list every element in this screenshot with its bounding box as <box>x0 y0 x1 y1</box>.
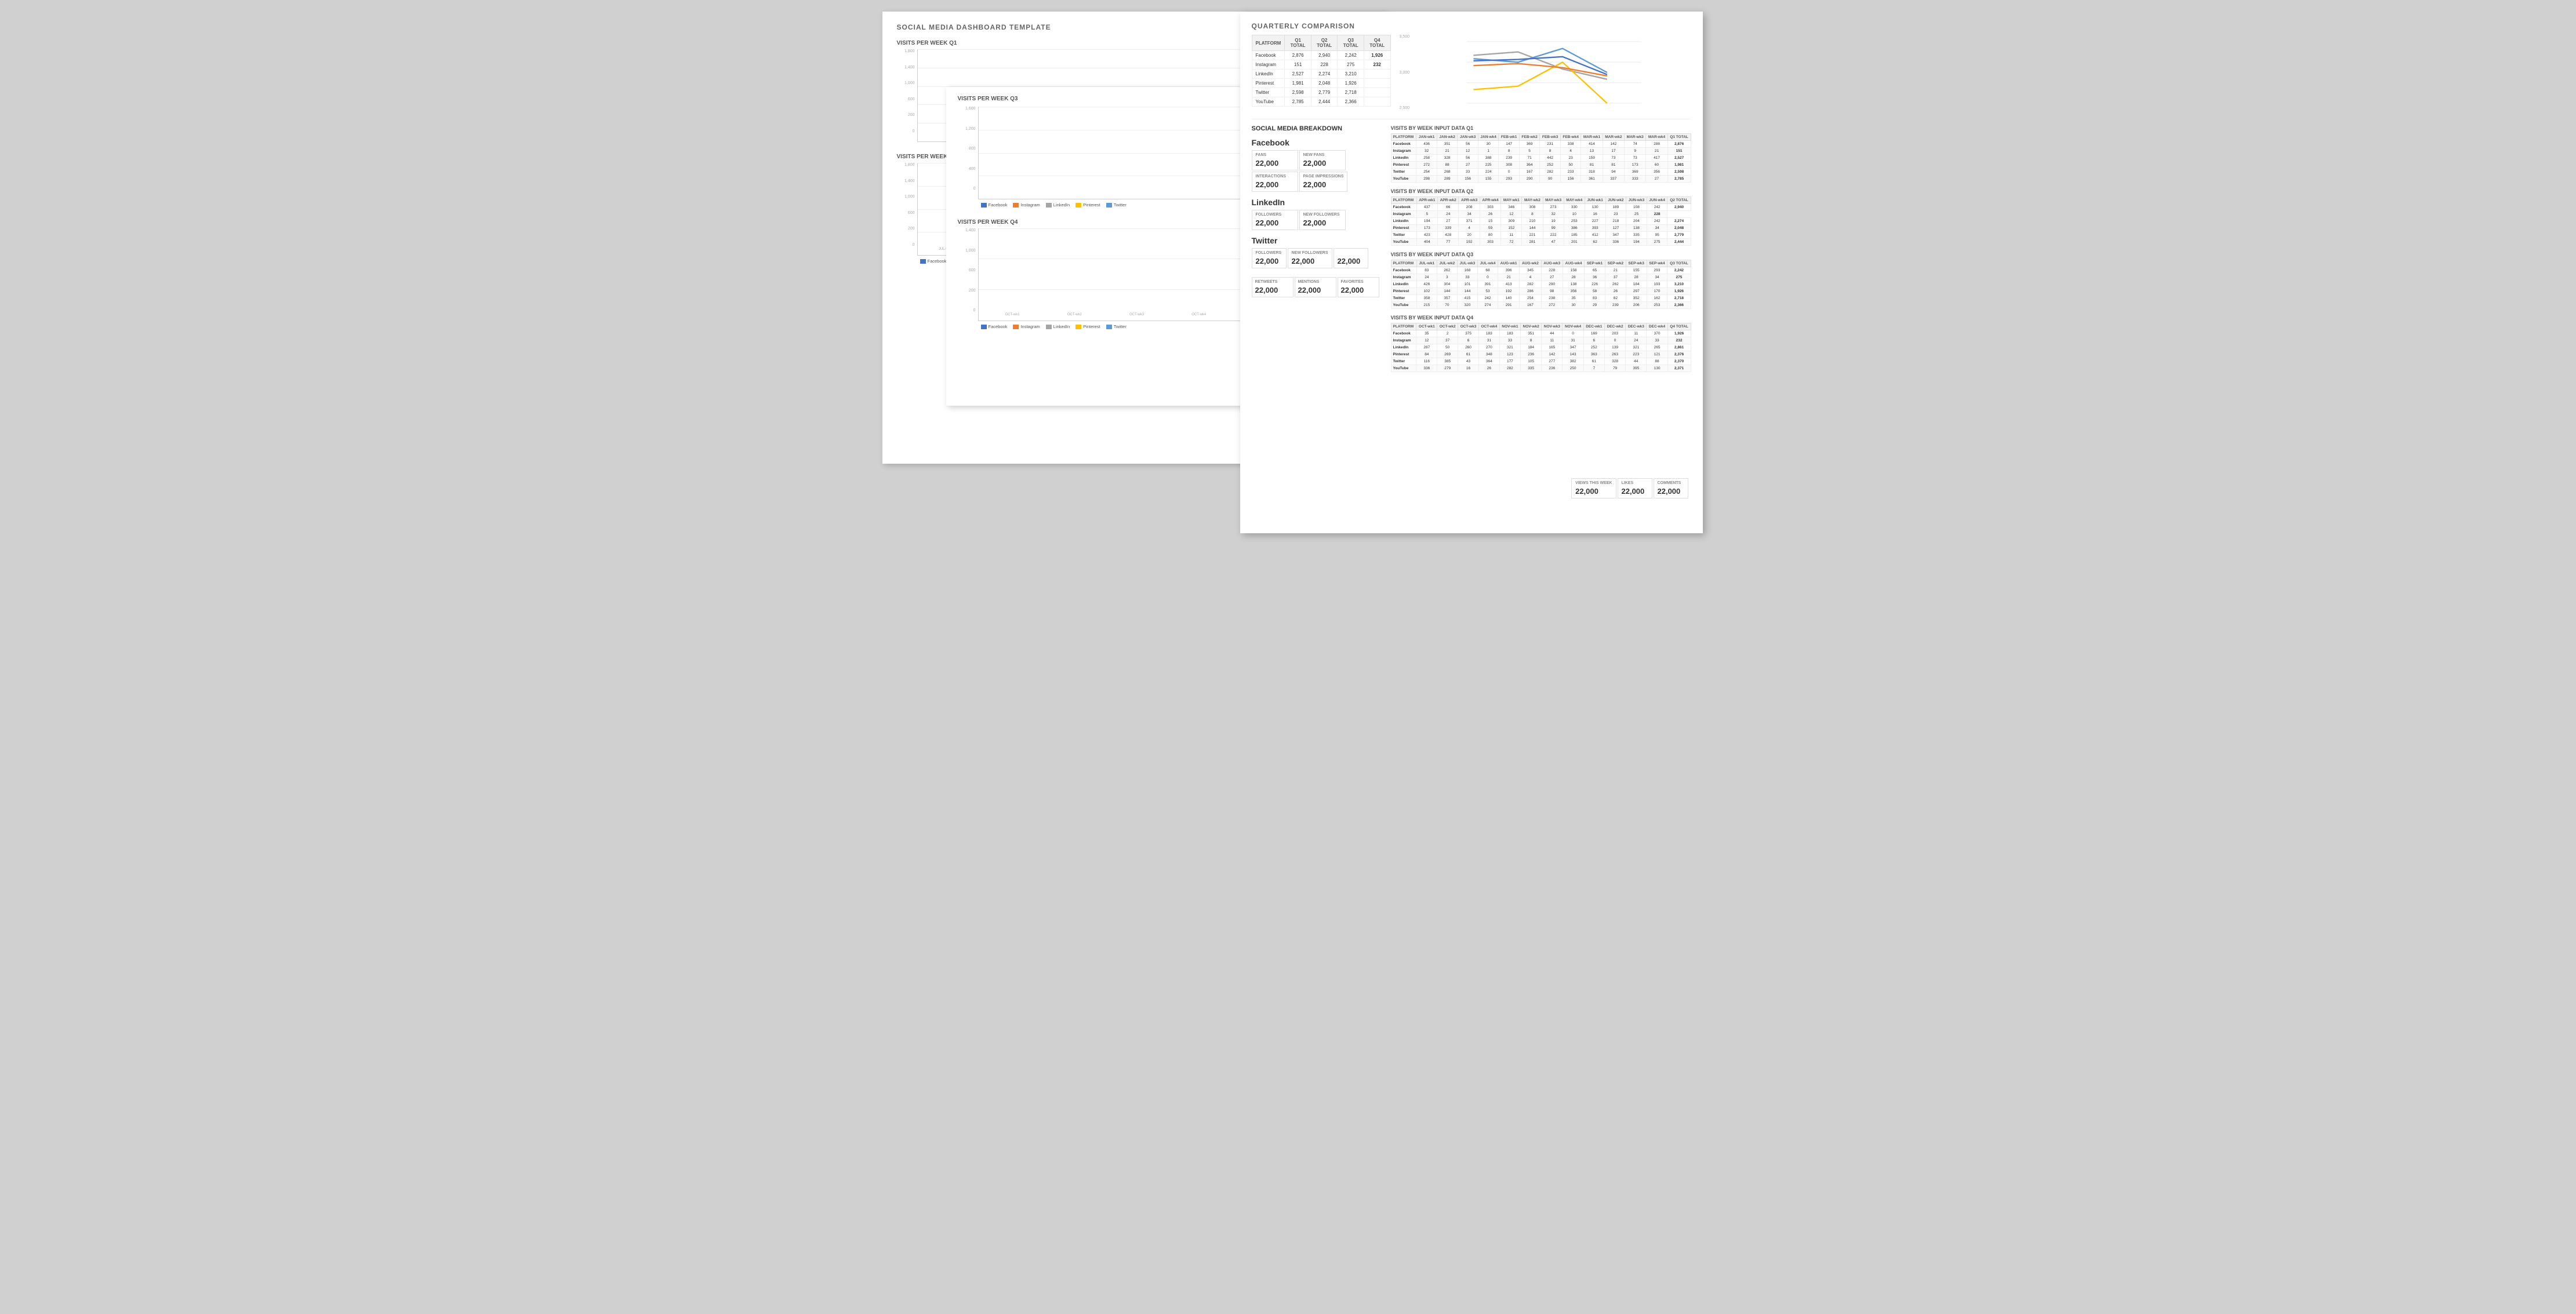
input-q4-table: PLATFORMOCT-wk1OCT-wk2OCT-wk3OCT-wk4NOV-… <box>1391 323 1691 372</box>
input-data-section: VISITS BY WEEK INPUT DATA Q1 PLATFORMJAN… <box>1391 125 1691 378</box>
table-row: LinkedIn25832856388239714422315973734172… <box>1391 155 1691 162</box>
facebook-name: Facebook <box>1252 138 1379 147</box>
table-row: Pinterest8426961348123236142143363263223… <box>1391 351 1691 358</box>
table-row: YouTube215703202742911672723029239206253… <box>1391 302 1691 309</box>
table-row: Facebook43766208303346308273330130189108… <box>1391 204 1691 211</box>
table-row: Pinterest1021441445319228698356582629717… <box>1391 288 1691 295</box>
linkedin-name: LinkedIn <box>1252 198 1379 207</box>
table-row: Twitter116385433641771052773826132844882… <box>1391 358 1691 365</box>
table-row: Instagram12376313381131602433232 <box>1391 337 1691 344</box>
table-row: Twitter254268332240167282233318943693562… <box>1391 169 1691 176</box>
inputq1-title: VISITS BY WEEK INPUT DATA Q1 <box>1391 125 1691 131</box>
table-row: Pinterest1,9812,0481,926 <box>1252 79 1390 88</box>
table-row: LinkedIn19427371153092101925322721820424… <box>1391 218 1691 225</box>
table-row: Instagram151228275232 <box>1252 60 1390 70</box>
table-row: YouTube298289156155293290901563613373332… <box>1391 176 1691 183</box>
table-row: Instagram52434261283210162325228 <box>1391 211 1691 218</box>
input-q2-table: PLATFORMAPR-wk1APR-wk2APR-wk3APR-wk4MAY-… <box>1391 196 1691 246</box>
table-row: Instagram322112185841317921151 <box>1391 148 1691 155</box>
table-row: LinkedIn42630410139141328229013822626218… <box>1391 281 1691 288</box>
inputq3-title: VISITS BY WEEK INPUT DATA Q3 <box>1391 252 1691 257</box>
inputq2-title: VISITS BY WEEK INPUT DATA Q2 <box>1391 188 1691 194</box>
table-row: YouTube2,7852,4442,366 <box>1252 97 1390 107</box>
twitter-block: Twitter FOLLOWERS 22,000 NEW FOLLOWERS 2… <box>1252 236 1379 299</box>
input-q3-table: PLATFORMJUL-wk1JUL-wk2JUL-wk3JUL-wk4AUG-… <box>1391 260 1691 309</box>
facebook-block: Facebook FANS 22,000 NEW FANS 22,000 <box>1252 138 1379 192</box>
breakdown-title: SOCIAL MEDIA BREAKDOWN <box>1252 125 1379 132</box>
table-row: Twitter423428208011221222185412347335952… <box>1391 232 1691 239</box>
table-row: YouTube404771923037228147201623361942752… <box>1391 239 1691 246</box>
input-q1-table: PLATFORMJAN-wk1JAN-wk2JAN-wk3JAN-wk4FEB-… <box>1391 133 1691 183</box>
table-row: LinkedIn28750260270321184165347252139321… <box>1391 344 1691 351</box>
dashboard-container: SOCIAL MEDIA DASHBOARD TEMPLATE VISITS P… <box>882 12 1694 464</box>
table-row: Facebook352375183183351440169203113701,9… <box>1391 330 1691 337</box>
table-row: Twitter2,5982,7792,718 <box>1252 88 1390 97</box>
table-row: LinkedIn2,5272,2743,210 <box>1252 70 1390 79</box>
table-row: Facebook43635156301473692313384141427428… <box>1391 141 1691 148</box>
table-row: Facebook2,8762,9402,2421,926 <box>1252 51 1390 60</box>
twitter-name: Twitter <box>1252 236 1379 245</box>
table-row: YouTube33627916262823352362507793951302,… <box>1391 365 1691 372</box>
quarterly-title: QUARTERLY COMPARISON <box>1252 22 1691 30</box>
table-row: Facebook83262168683963452281586521155293… <box>1391 267 1691 274</box>
table-row: Twitter358357415242140254238358382352162… <box>1391 295 1691 302</box>
linkedin-block: LinkedIn FOLLOWERS 22,000 NEW FOLLOWERS … <box>1252 198 1379 230</box>
youtube-metrics: VIEWS THIS WEEK 22,000 LIKES 22,000 COMM… <box>1571 478 1688 498</box>
table-row: Pinterest2728827225308364252508181173601… <box>1391 162 1691 169</box>
table-row: Instagram243330214272836372834275 <box>1391 274 1691 281</box>
table-row: Pinterest1733394591521449938639312713834… <box>1391 225 1691 232</box>
quarterly-section: QUARTERLY COMPARISON PLATFORM Q1 TOTAL Q… <box>1252 22 1691 110</box>
breakdown-section: SOCIAL MEDIA BREAKDOWN Facebook FANS 22,… <box>1252 125 1379 304</box>
quarterly-table: PLATFORM Q1 TOTAL Q2 TOTAL Q3 TOTAL Q4 T… <box>1252 35 1391 107</box>
inputq4-title: VISITS BY WEEK INPUT DATA Q4 <box>1391 315 1691 321</box>
